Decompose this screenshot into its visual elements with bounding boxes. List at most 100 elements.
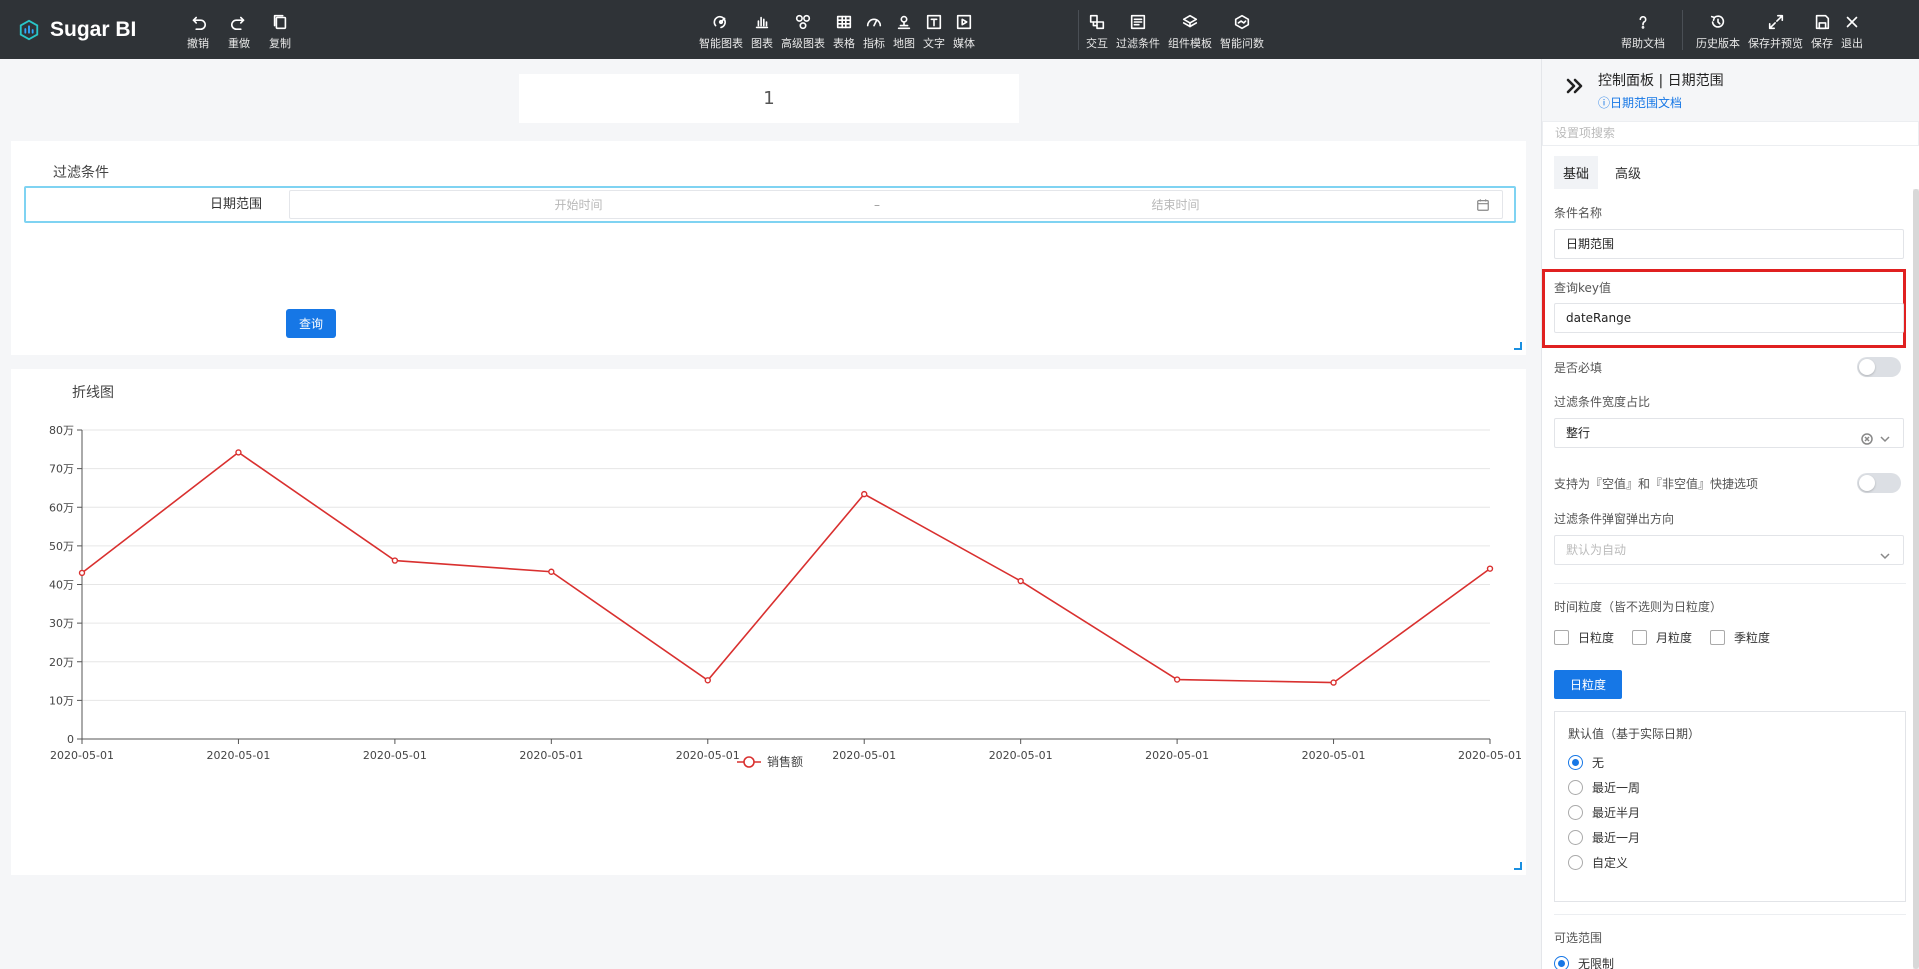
condition-name-input[interactable]: 日期范围	[1554, 229, 1904, 259]
filter-button[interactable]: 过滤条件	[1113, 12, 1163, 54]
help-label: 帮助文档	[1621, 37, 1665, 50]
checkbox[interactable]	[1632, 630, 1648, 645]
resize-handle[interactable]	[1514, 342, 1522, 350]
y-tick-label: 80万	[49, 424, 74, 437]
advanced-chart-icon	[793, 12, 813, 32]
text-component-value: 1	[763, 88, 775, 109]
data-point[interactable]	[861, 490, 868, 498]
line-chart-component[interactable]: 0 10万 20万 30万 40万 50万 60万 70万 80万 2020-05-01 2020-…	[11, 369, 1526, 875]
granularity-option[interactable]: 季粒度	[1710, 629, 1770, 646]
data-point[interactable]	[1017, 577, 1024, 585]
default-value-option[interactable]: 自定义	[1568, 854, 1628, 871]
tab-basic[interactable]: 基础	[1554, 156, 1599, 189]
start-date-input[interactable]: 开始时间	[290, 196, 867, 213]
default-value-option[interactable]: 最近一月	[1568, 829, 1640, 846]
y-tick-label: 10万	[49, 694, 74, 707]
text-component[interactable]: 1	[519, 74, 1019, 123]
brand[interactable]: Sugar BI	[18, 16, 136, 44]
popup-direction-select[interactable]: 默认为自动	[1554, 535, 1904, 565]
control-panel-header: 控制面板 | 日期范围 ⓘ日期范围文档	[1542, 59, 1919, 121]
radio-button[interactable]	[1554, 956, 1569, 969]
checkbox[interactable]	[1710, 630, 1726, 645]
settings-search-input[interactable]: 设置项搜索	[1542, 121, 1919, 146]
default-value-option[interactable]: 最近半月	[1568, 804, 1640, 821]
data-point[interactable]	[235, 449, 242, 456]
panel-scrollbar[interactable]	[1913, 189, 1919, 969]
data-point[interactable]	[1330, 679, 1337, 686]
query-key-label: 查询key值	[1554, 281, 1612, 295]
toolbar-divider	[1078, 10, 1079, 50]
default-value-option-label: 最近一月	[1592, 831, 1641, 845]
query-button[interactable]: 查询	[286, 309, 336, 338]
advanced-chart-button[interactable]: 高级图表	[778, 12, 828, 54]
help-button[interactable]: 帮助文档	[1618, 12, 1668, 54]
selectable-range-option[interactable]: 无限制	[1554, 955, 1614, 969]
radio-button[interactable]	[1568, 780, 1583, 795]
interaction-label: 交互	[1086, 37, 1108, 50]
default-value-option[interactable]: 无	[1568, 754, 1604, 771]
chevron-down-icon[interactable]	[1879, 427, 1891, 443]
resize-handle[interactable]	[1514, 862, 1522, 870]
metric-button[interactable]: 指标	[860, 12, 888, 54]
granularity-option[interactable]: 日粒度	[1554, 629, 1614, 646]
collapse-panel-icon[interactable]	[1564, 75, 1586, 97]
table-button[interactable]: 表格	[830, 12, 858, 54]
exit-button[interactable]: 退出	[1838, 12, 1866, 54]
data-point[interactable]	[78, 569, 86, 577]
data-point[interactable]	[1173, 676, 1181, 683]
save-preview-button[interactable]: 保存并预览	[1745, 12, 1806, 54]
redo-icon	[229, 12, 249, 32]
text-button[interactable]: 文字	[920, 12, 948, 54]
default-value-option[interactable]: 最近一周	[1568, 779, 1640, 796]
granularity-tab-button[interactable]: 日粒度	[1554, 670, 1622, 699]
x-tick-label: 2020-05-01	[1458, 749, 1522, 762]
data-point[interactable]	[548, 568, 555, 575]
x-tick-label: 2020-05-01	[206, 749, 270, 762]
interaction-button[interactable]: 交互	[1083, 12, 1111, 54]
save-button[interactable]: 保存	[1808, 12, 1836, 54]
calendar-icon[interactable]	[1464, 198, 1502, 212]
checkbox[interactable]	[1554, 630, 1569, 645]
required-toggle[interactable]	[1857, 357, 1901, 377]
app-name: Sugar BI	[50, 18, 137, 41]
clear-icon[interactable]	[1861, 427, 1873, 445]
undo-button[interactable]: 撤销	[184, 12, 212, 54]
copy-label: 复制	[269, 37, 291, 50]
redo-label: 重做	[228, 37, 250, 50]
granularity-option-label: 季粒度	[1734, 631, 1771, 645]
date-range-doc-link[interactable]: ⓘ日期范围文档	[1598, 94, 1682, 111]
data-point[interactable]	[391, 557, 399, 564]
redo-button[interactable]: 重做	[225, 12, 253, 54]
date-range-filter-row[interactable]: 日期范围 开始时间 – 结束时间	[24, 186, 1516, 223]
radio-button[interactable]	[1568, 755, 1583, 770]
radio-button[interactable]	[1568, 855, 1583, 870]
chart-button[interactable]: 图表	[748, 12, 776, 54]
media-button[interactable]: 媒体	[950, 12, 978, 54]
filter-card-title: 过滤条件	[53, 165, 109, 181]
chevron-down-icon[interactable]	[1879, 544, 1891, 560]
date-range-picker[interactable]: 开始时间 – 结束时间	[289, 190, 1503, 219]
smart-chart-button[interactable]: 智能图表	[696, 12, 746, 54]
copy-button[interactable]: 复制	[266, 12, 294, 54]
end-date-input[interactable]: 结束时间	[887, 196, 1464, 213]
map-pin-icon	[894, 12, 914, 32]
close-icon	[1842, 12, 1862, 32]
save-label: 保存	[1811, 37, 1833, 50]
query-key-input[interactable]: dateRange	[1554, 303, 1904, 333]
granularity-option[interactable]: 月粒度	[1632, 629, 1692, 646]
y-tick-label: 20万	[49, 656, 74, 669]
history-button[interactable]: 历史版本	[1693, 12, 1743, 54]
component-actions: 智能图表 图表 高级图表 表格 指标 地图 文字 媒体	[696, 12, 978, 54]
map-button[interactable]: 地图	[890, 12, 918, 54]
radio-button[interactable]	[1568, 830, 1583, 845]
legend-marker[interactable]	[743, 756, 755, 768]
radio-button[interactable]	[1568, 805, 1583, 820]
data-point[interactable]	[704, 677, 711, 684]
data-point[interactable]	[1486, 565, 1494, 572]
smart-query-button[interactable]: 智能问数	[1217, 12, 1267, 54]
empty-option-toggle[interactable]	[1857, 473, 1901, 493]
width-ratio-select[interactable]: 整行	[1554, 418, 1904, 448]
filter-component[interactable]: 过滤条件 日期范围 开始时间 – 结束时间 查询	[11, 141, 1526, 355]
tab-advanced[interactable]: 高级	[1606, 156, 1650, 189]
template-button[interactable]: 组件模板	[1165, 12, 1215, 54]
